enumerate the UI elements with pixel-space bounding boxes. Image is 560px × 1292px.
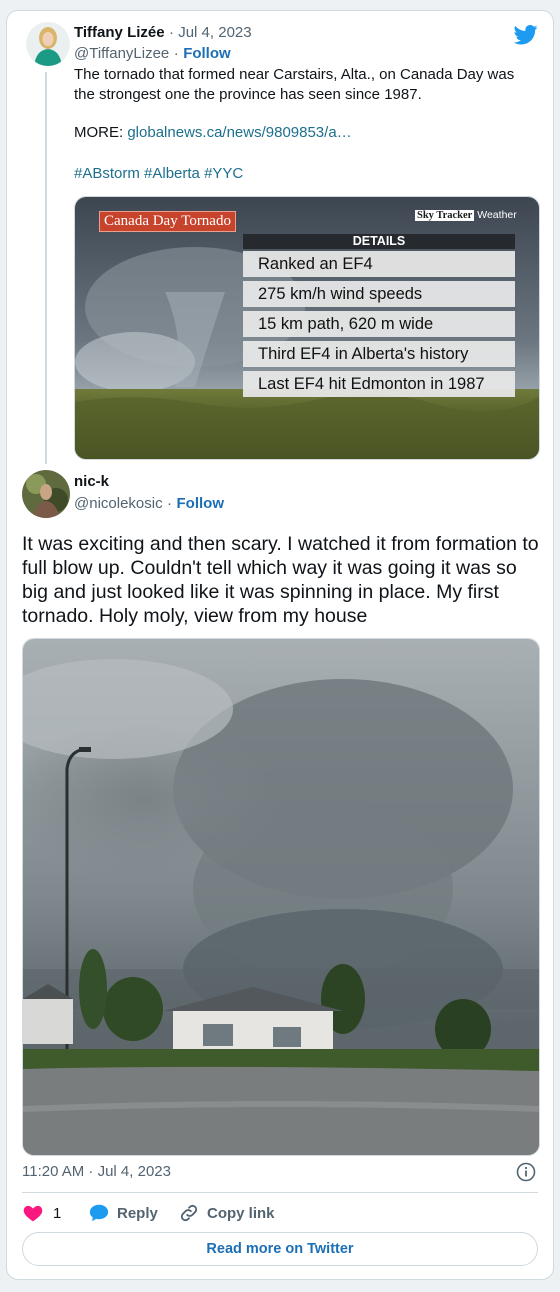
details-header: DETAILS (243, 234, 515, 249)
storm-photo-image (23, 639, 539, 1155)
logo-word: Weather (477, 209, 517, 221)
like-count[interactable]: 1 (53, 1205, 61, 1222)
author-handle[interactable]: @TiffanyLizee (74, 45, 169, 62)
avatar-image (26, 22, 70, 66)
separator: · (167, 495, 173, 512)
skytracker-logo: Sky Tracker Weather (415, 209, 517, 221)
article-link[interactable]: globalnews.ca/news/9809853/a… (127, 124, 351, 141)
graphic-banner: Canada Day Tornado (99, 211, 236, 232)
read-more-button[interactable]: Read more on Twitter (22, 1232, 538, 1266)
tweet-date[interactable]: · Jul 4, 2023 (169, 24, 252, 41)
follow-button[interactable]: Follow (183, 45, 231, 62)
hashtag-link[interactable]: #YYC (204, 165, 243, 182)
avatar[interactable] (22, 470, 70, 518)
reply-button[interactable]: Reply (117, 1205, 158, 1222)
hashtags: #ABstorm #Alberta #YYC (74, 165, 243, 182)
logo-box: Sky Tracker (415, 210, 475, 221)
separator: · (173, 45, 179, 62)
link-icon[interactable] (178, 1202, 200, 1224)
reply-icon[interactable] (88, 1202, 110, 1224)
author-name[interactable]: Tiffany Lizée (74, 24, 165, 41)
hashtag-link[interactable]: #ABstorm (74, 165, 140, 182)
avatar[interactable] (26, 22, 70, 66)
author-name[interactable]: nic-k (74, 473, 109, 490)
tweet1-text: The tornado that formed near Carstairs, … (74, 65, 534, 104)
tweet1-handle-row: @TiffanyLizee · Follow (74, 45, 231, 63)
tweet-text-line: the strongest one the province has seen … (74, 85, 422, 103)
avatar-image (22, 470, 70, 518)
tweet2-handle-row: @nicolekosic · Follow (74, 495, 224, 513)
follow-button[interactable]: Follow (177, 495, 225, 512)
tweet-text-line: The tornado that formed near Carstairs, … (74, 66, 515, 83)
copy-link-button[interactable]: Copy link (207, 1205, 275, 1222)
tweet2-photo[interactable] (22, 638, 540, 1156)
detail-row: 15 km path, 620 m wide (243, 311, 515, 337)
tweet2-text: It was exciting and then scary. I watche… (22, 533, 539, 627)
detail-row: Last EF4 hit Edmonton in 1987 (243, 371, 515, 397)
tweet1-media[interactable]: Canada Day Tornado Sky Tracker Weather D… (74, 196, 540, 460)
more-prefix: MORE: (74, 124, 124, 141)
author-handle[interactable]: @nicolekosic (74, 495, 163, 512)
tweet1-header: Tiffany Lizée · Jul 4, 2023 (74, 24, 252, 42)
hashtag-link[interactable]: #Alberta (144, 165, 200, 182)
detail-row: Ranked an EF4 (243, 251, 515, 277)
detail-row: Third EF4 in Alberta's history (243, 341, 515, 367)
twitter-bird-icon[interactable] (513, 24, 538, 46)
heart-icon[interactable] (22, 1202, 44, 1224)
divider (22, 1192, 538, 1193)
detail-row: 275 km/h wind speeds (243, 281, 515, 307)
info-icon[interactable] (516, 1162, 536, 1182)
timestamp-link[interactable]: 11:20 AM · Jul 4, 2023 (22, 1163, 171, 1180)
thread-line (45, 72, 47, 464)
more-line: MORE: globalnews.ca/news/9809853/a… (74, 124, 352, 141)
